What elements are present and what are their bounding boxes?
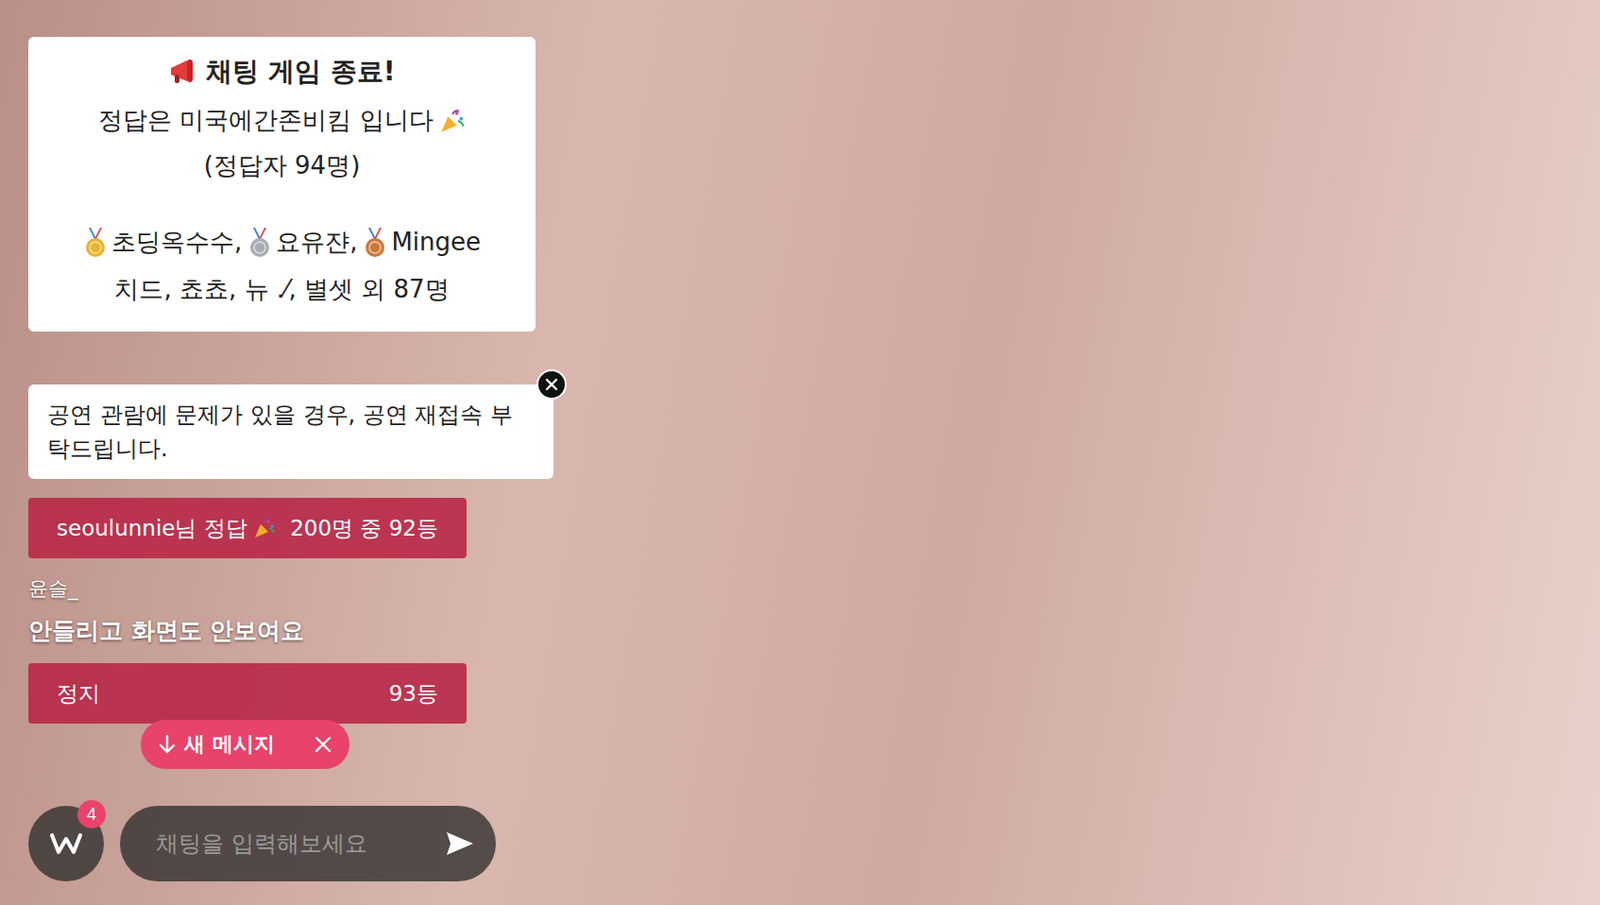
game-result-card: 채팅 게임 종료! 정답은 미국에간존비킴 입니다(정답자 94명) 초딩옥수수,요…: [28, 36, 536, 332]
medalist: 요유쟌,: [247, 222, 358, 263]
notification-badge: 4: [77, 800, 106, 829]
party-popper-icon: [253, 516, 276, 540]
logo-icon: [49, 831, 84, 856]
medalist: 초딩옥수수,: [83, 222, 242, 263]
notice-card: 공연 관람에 문제가 있을 경우, 공연 재접속 부탁드립니다.: [28, 384, 554, 479]
chat-message: 윤슬_안들리고 화면도 안보여요: [28, 569, 467, 652]
send-icon: [444, 829, 476, 858]
chat-input-row: 4: [28, 805, 496, 882]
close-icon: [544, 377, 559, 392]
app-logo-button[interactable]: 4: [28, 805, 104, 882]
live-stream-screen: 채팅 게임 종료! 정답은 미국에간존비킴 입니다(정답자 94명) 초딩옥수수,요…: [0, 0, 1600, 905]
medal-icon: [247, 227, 273, 258]
chat-list: seoulunnie님 정답200명 중 92등윤슬_안들리고 화면도 안보여요…: [28, 497, 467, 724]
other-winners: 치드, 쵸쵸, 뉴 .⁄, 별셋 외 87명: [114, 270, 449, 310]
close-button[interactable]: [536, 369, 567, 400]
megaphone-icon: [168, 57, 201, 86]
correct-answer-bar: seoulunnie님 정답200명 중 92등: [28, 497, 467, 559]
medalist: Mingee: [362, 222, 481, 263]
chat-overlay: 채팅 게임 종료! 정답은 미국에간존비킴 입니다(정답자 94명) 초딩옥수수,요…: [28, 36, 596, 724]
game-result-title: 채팅 게임 종료!: [168, 53, 395, 90]
arrow-down-icon: [157, 733, 177, 755]
medalist-list: 초딩옥수수,요유쟌,Mingee: [83, 222, 481, 263]
chat-input: [119, 805, 496, 882]
medal-icon: [83, 227, 108, 258]
new-message-button[interactable]: 새 메시지: [140, 719, 350, 769]
medal-icon: [362, 227, 388, 258]
game-answer: 정답은 미국에간존비킴 입니다(정답자 94명): [49, 101, 515, 186]
correct-answer-bar: 정지93등: [28, 663, 467, 724]
close-icon: [313, 734, 333, 754]
chat-input-field[interactable]: [153, 829, 436, 858]
party-popper-icon: [439, 107, 466, 135]
send-button[interactable]: [444, 829, 476, 858]
